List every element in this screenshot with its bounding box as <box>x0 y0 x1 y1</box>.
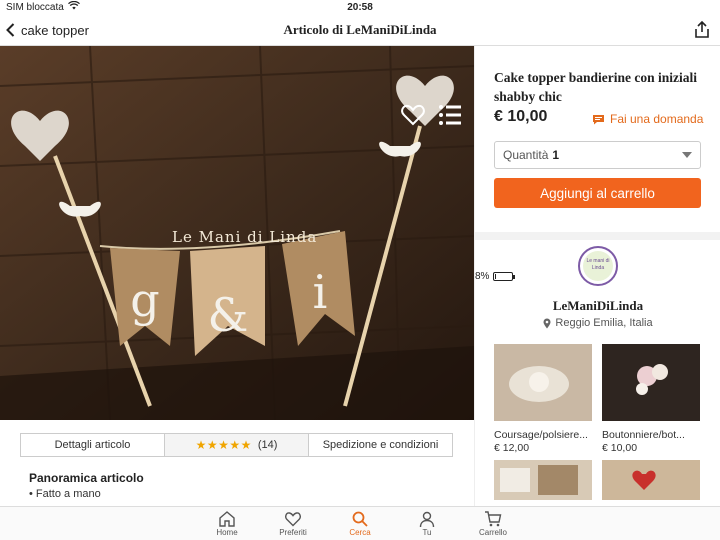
chat-icon <box>593 114 604 124</box>
rating-stars: ★★★★★ <box>195 438 252 452</box>
listing-image <box>602 460 700 500</box>
photo-watermark: Le Mani di Linda <box>172 228 318 246</box>
shop-logo-text: Le mani di Linda <box>583 251 613 281</box>
back-label: cake topper <box>21 22 89 38</box>
quantity-select[interactable]: Quantità 1 <box>494 141 701 169</box>
tab-cart[interactable]: Carrello <box>469 510 517 537</box>
home-icon <box>219 511 235 527</box>
search-icon <box>352 511 368 527</box>
chevron-left-icon <box>6 23 15 37</box>
svg-text:g: g <box>130 273 159 327</box>
location-pin-icon <box>543 318 551 328</box>
cart-icon <box>485 511 502 527</box>
add-to-cart-button[interactable]: Aggiungi al carrello <box>494 178 701 208</box>
shop-listing-card[interactable]: Boutonniere/bot... € 10,00 <box>602 344 700 454</box>
listing-image <box>494 460 592 500</box>
shop-listing-card[interactable] <box>602 460 700 505</box>
tab-search[interactable]: Cerca <box>336 510 384 537</box>
user-icon <box>419 511 435 528</box>
list-icon[interactable] <box>438 104 462 126</box>
back-button[interactable]: cake topper <box>6 14 89 46</box>
location-label: Reggio Emilia, Italia <box>555 317 653 329</box>
svg-text:i: i <box>313 265 328 319</box>
tab-you[interactable]: Tu <box>403 510 451 537</box>
item-tabs: Dettagli articolo ★★★★★ (14) Spedizione … <box>20 433 453 457</box>
tab-reviews[interactable]: ★★★★★ (14) <box>164 434 308 456</box>
tab-item-details[interactable]: Dettagli articolo <box>21 434 164 456</box>
listing-price: € 10,00 <box>602 442 638 454</box>
ask-question-link[interactable]: Fai una domanda <box>592 112 703 126</box>
heart-icon <box>285 512 301 527</box>
shop-listing-card[interactable] <box>494 460 592 505</box>
quantity-value: 1 <box>552 148 560 162</box>
nav-bar: cake topper Articolo di LeManiDiLinda <box>0 14 720 46</box>
review-count: (14) <box>257 439 278 451</box>
shop-avatar[interactable]: Le mani di Linda <box>578 246 618 286</box>
tab-cart-label: Carrello <box>478 528 507 537</box>
listing-title: Boutonniere/bot... <box>602 429 685 441</box>
overview-item: • Fatto a mano <box>29 488 101 500</box>
bottom-tab-bar: Home Preferiti Cerca Tu Carrello <box>0 506 720 540</box>
listing-price: € 12,00 <box>494 442 530 454</box>
tab-you-label: Tu <box>422 528 432 537</box>
item-price: € 10,00 <box>494 108 548 125</box>
item-panel: Cake topper bandierine con iniziali shab… <box>474 46 720 506</box>
listing-image <box>602 344 700 421</box>
wifi-icon <box>67 0 80 13</box>
tab-home[interactable]: Home <box>203 510 251 537</box>
ask-label: Fai una domanda <box>610 112 704 126</box>
shop-name[interactable]: LeManiDiLinda <box>475 298 720 314</box>
product-photo[interactable]: g & i Le Mani di Linda <box>0 46 474 420</box>
section-divider <box>475 232 720 240</box>
tab-favorites-label: Preferiti <box>279 528 307 537</box>
tab-shipping[interactable]: Spedizione e condizioni <box>308 434 452 456</box>
carrier-label: SIM bloccata <box>6 1 64 13</box>
item-title: Cake topper bandierine con iniziali shab… <box>494 70 698 104</box>
clock: 20:58 <box>347 1 373 13</box>
heart-icon[interactable] <box>400 102 426 128</box>
overview-heading: Panoramica articolo <box>29 471 144 485</box>
quantity-label: Quantità <box>503 148 549 162</box>
tab-search-label: Cerca <box>349 528 371 537</box>
svg-text:&: & <box>208 288 249 342</box>
status-left: SIM bloccata <box>6 0 80 13</box>
listing-image <box>494 344 592 421</box>
tab-home-label: Home <box>216 528 238 537</box>
tab-favorites[interactable]: Preferiti <box>269 510 317 537</box>
shop-listing-card[interactable]: Coursage/polsiere... € 12,00 <box>494 344 592 454</box>
shop-location: Reggio Emilia, Italia <box>475 317 720 329</box>
share-icon[interactable] <box>692 20 712 40</box>
page-title: Articolo di LeManiDiLinda <box>283 21 437 37</box>
chevron-down-icon <box>682 152 692 158</box>
listing-title: Coursage/polsiere... <box>494 429 588 441</box>
status-bar: SIM bloccata 20:58 8% <box>0 0 720 506</box>
